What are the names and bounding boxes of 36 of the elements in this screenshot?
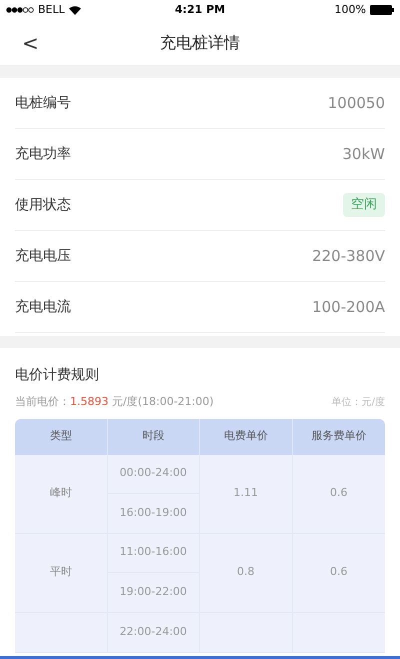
table-cell-text: 0.6 xyxy=(330,485,348,502)
table-cell-text: 16:00-19:00 xyxy=(120,504,187,521)
column-header: 服务费单价 xyxy=(310,428,368,444)
table-cell-text: 11:00-16:00 xyxy=(120,544,187,560)
detail-label: 充电功率 xyxy=(15,144,71,164)
column-header: 电费单价 xyxy=(200,418,292,454)
detail-value: 100-200A xyxy=(312,296,385,318)
table-cell-text: 平时 xyxy=(50,564,72,580)
status-badge: 空闲 xyxy=(343,193,385,217)
battery-icon xyxy=(370,5,394,15)
table-cell-text: 0.6 xyxy=(330,564,348,580)
battery-percent: 100% xyxy=(334,2,366,18)
table-cell-text: 22:00-24:00 xyxy=(120,624,187,640)
detail-label: 充电电压 xyxy=(15,246,71,266)
status-time: 4:21 PM xyxy=(174,2,226,18)
back-button[interactable]: < xyxy=(18,28,43,58)
detail-label: 使用状态 xyxy=(15,196,71,214)
table-cell-text: 19:00-22:00 xyxy=(120,584,187,600)
detail-value: 100050 xyxy=(328,92,385,114)
section-title: 电价计费规则 xyxy=(15,366,100,385)
wifi-icon xyxy=(68,6,81,14)
column-header: 类型 xyxy=(15,418,108,454)
table-cell-text: 0.8 xyxy=(237,564,254,580)
column-header: 时段 xyxy=(108,418,200,454)
table-cell-text: 峰时 xyxy=(50,485,72,502)
carrier-name: BELL xyxy=(38,2,65,18)
detail-label: 电桩编号 xyxy=(15,94,71,112)
signal-icon xyxy=(6,7,34,13)
table-cell-text: 1.11 xyxy=(234,485,258,502)
table-cell-text: 00:00-24:00 xyxy=(120,465,187,482)
unit-label: 单位：元/度 xyxy=(332,396,385,410)
current-price: 当前电价：1.5893 元/度(18:00-21:00) xyxy=(15,394,214,410)
detail-label: 充电电流 xyxy=(15,298,71,316)
detail-value: 220-380V xyxy=(312,246,385,267)
page-title: 充电桩详情 xyxy=(160,32,240,54)
detail-value: 30kW xyxy=(342,144,385,165)
